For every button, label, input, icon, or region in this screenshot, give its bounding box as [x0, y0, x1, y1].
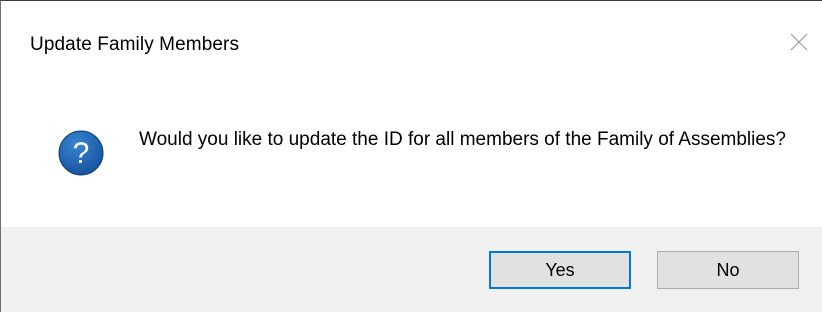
no-button[interactable]: No	[657, 251, 799, 289]
question-icon: ?	[58, 130, 104, 176]
yes-button[interactable]: Yes	[489, 251, 631, 289]
dialog-title: Update Family Members	[30, 34, 240, 55]
message-area: ? Would you like to update the ID for al…	[1, 91, 822, 227]
button-bar: Yes No	[1, 227, 822, 312]
update-family-members-dialog: Update Family Members ? Would you like t…	[0, 0, 822, 312]
title-bar: Update Family Members	[1, 1, 822, 91]
question-glyph: ?	[73, 137, 90, 170]
close-icon	[790, 33, 808, 51]
close-button[interactable]	[776, 19, 822, 65]
message-text: Would you like to update the ID for all …	[139, 129, 787, 150]
